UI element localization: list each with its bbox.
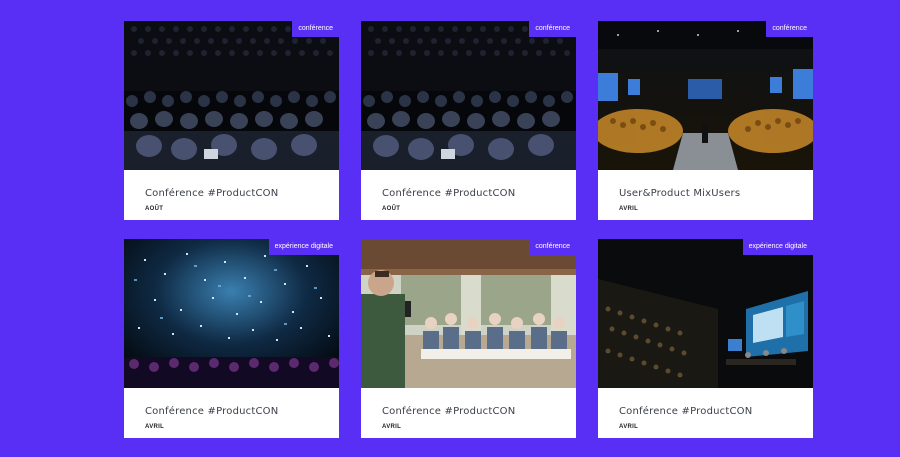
category-tag: expérience digitale	[742, 239, 813, 255]
event-title: Conférence #ProductCON	[382, 406, 516, 417]
event-title: Conférence #ProductCON	[619, 406, 753, 417]
event-title: Conférence #ProductCON	[145, 406, 279, 417]
event-card-4[interactable]: expérience digitale Conférence #ProductC…	[124, 239, 339, 438]
event-photo-speaker-terrace	[361, 239, 576, 388]
event-month: AVRIL	[619, 206, 639, 212]
event-title: Conférence #ProductCON	[145, 188, 279, 199]
event-photo-auditorium-stage	[598, 21, 813, 170]
event-card-5[interactable]: conférence Conférence #ProductCON AVRIL	[361, 239, 576, 438]
category-tag: conférence	[766, 21, 813, 37]
event-photo-audience-dark	[361, 21, 576, 170]
event-month: AVRIL	[145, 424, 165, 430]
event-title: Conférence #ProductCON	[382, 188, 516, 199]
category-tag: conférence	[529, 21, 576, 37]
event-photo-confetti-concert	[124, 239, 339, 388]
category-tag: conférence	[529, 239, 576, 255]
event-card-3[interactable]: conférence User&Product MixUsers AVRIL	[598, 21, 813, 220]
event-month: AOÛT	[382, 206, 401, 212]
event-card-1[interactable]: conférence Conférence #ProductCON AOÛT	[124, 21, 339, 220]
event-card-grid: conférence Conférence #ProductCON AOÛT c…	[0, 0, 900, 457]
category-tag: expérience digitale	[268, 239, 339, 255]
event-photo-conference-hall-screen	[598, 239, 813, 388]
category-tag: conférence	[292, 21, 339, 37]
event-photo-audience-dark	[124, 21, 339, 170]
event-card-6[interactable]: expérience digitale Conférence #ProductC…	[598, 239, 813, 438]
event-title: User&Product MixUsers	[619, 188, 741, 199]
event-month: AVRIL	[619, 424, 639, 430]
event-month: AOÛT	[145, 206, 164, 212]
event-card-2[interactable]: conférence Conférence #ProductCON AOÛT	[361, 21, 576, 220]
event-month: AVRIL	[382, 424, 402, 430]
